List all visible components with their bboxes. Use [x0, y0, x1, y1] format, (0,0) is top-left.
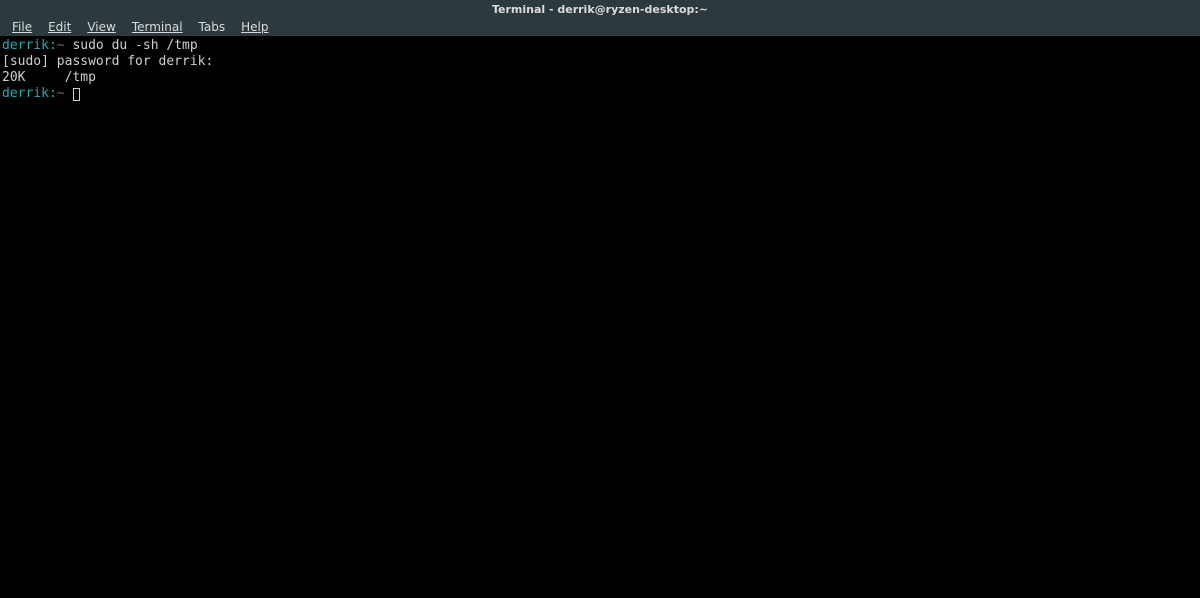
window-titlebar: Terminal - derrik@ryzen-desktop:~ — [0, 0, 1200, 18]
window-title: Terminal - derrik@ryzen-desktop:~ — [492, 3, 708, 16]
menu-file[interactable]: File — [4, 20, 40, 34]
prompt-user: derrik — [2, 86, 49, 101]
terminal-line-4: derrik:~ — [2, 86, 80, 101]
menu-tabs[interactable]: Tabs — [191, 20, 234, 34]
terminal-line-3: 20K /tmp — [2, 70, 96, 85]
terminal-line-1: derrik:~ sudo du -sh /tmp — [2, 38, 198, 53]
prompt-user: derrik — [2, 38, 49, 53]
menu-view[interactable]: View — [79, 20, 123, 34]
menu-terminal[interactable]: Terminal — [124, 20, 191, 34]
menu-help[interactable]: Help — [233, 20, 276, 34]
cursor-icon — [73, 88, 80, 101]
menubar: File Edit View Terminal Tabs Help — [0, 18, 1200, 36]
command-text: sudo du -sh /tmp — [65, 38, 198, 53]
menu-edit[interactable]: Edit — [40, 20, 79, 34]
terminal-viewport[interactable]: derrik:~ sudo du -sh /tmp [sudo] passwor… — [0, 36, 1200, 598]
terminal-line-2: [sudo] password for derrik: — [2, 54, 213, 69]
